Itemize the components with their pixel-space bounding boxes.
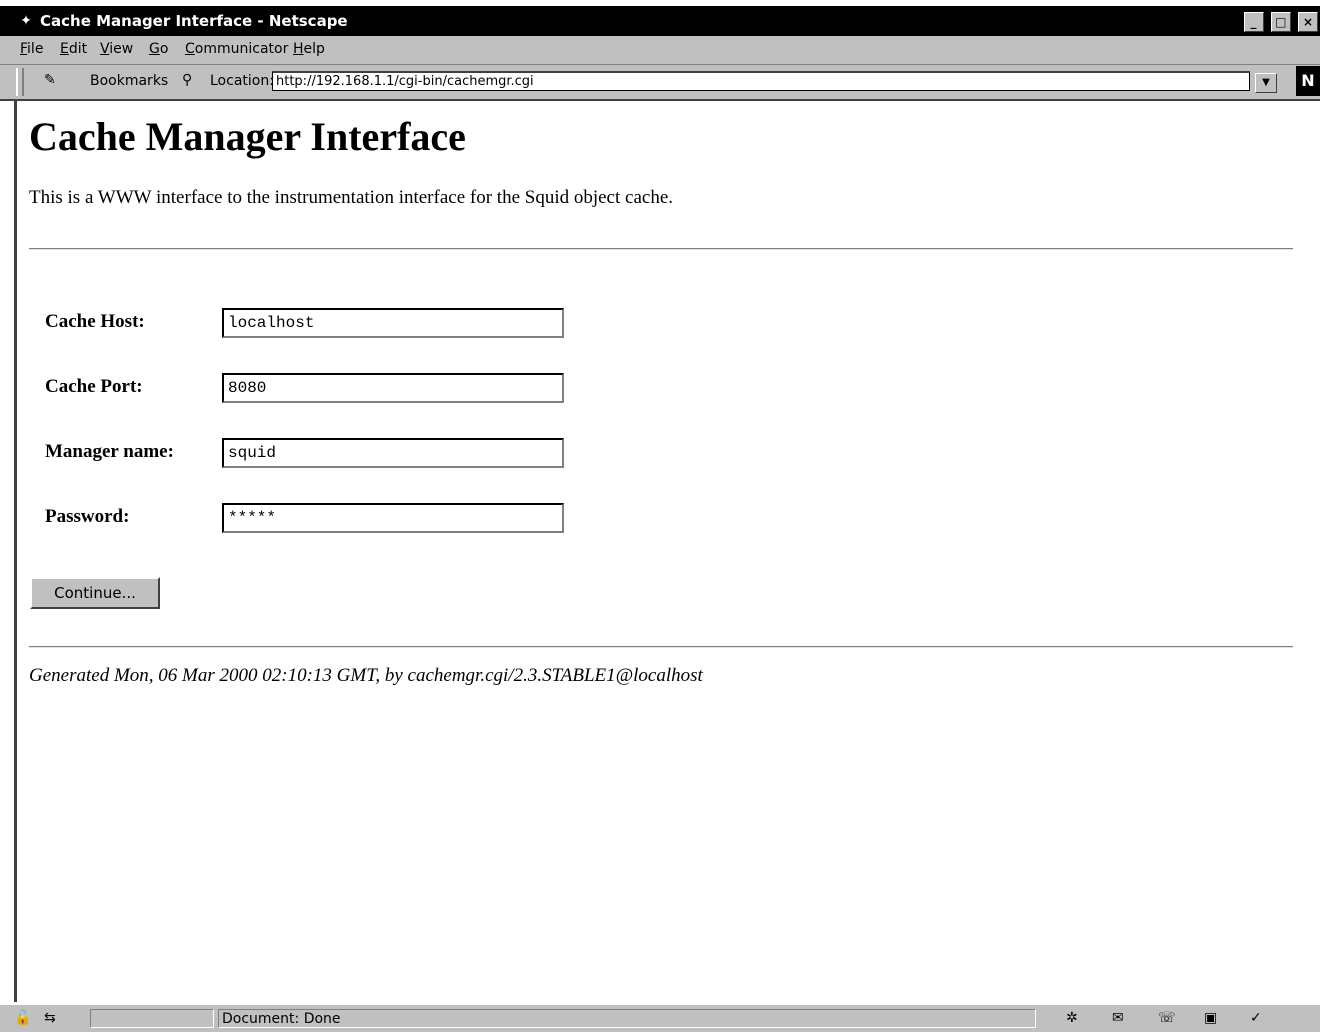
status-panel [218, 1009, 1036, 1028]
menu-edit[interactable]: Edit [60, 41, 87, 57]
divider [29, 646, 1293, 648]
connection-icon: ⇆ [44, 1010, 56, 1026]
chevron-down-icon[interactable]: ▼ [1255, 73, 1277, 93]
bookmarks-icon[interactable]: ✎ [44, 72, 56, 88]
continue-button[interactable]: Continue... [30, 577, 160, 609]
location-toolbar: ✎ Bookmarks ⚲ Location: ▼ [0, 65, 1320, 101]
bookmarks-button[interactable]: Bookmarks [90, 73, 168, 89]
window-titlebar: ✦ Cache Manager Interface - Netscape _ □… [0, 6, 1320, 36]
menu-file[interactable]: File [20, 41, 43, 57]
password-label: Password: [45, 506, 130, 527]
manager-name-label: Manager name: [45, 441, 174, 462]
progress-bar [90, 1009, 214, 1028]
status-bar: 🔓 ⇆ Document: Done ✲ ✉ ☏ ▣ ✓ [0, 1003, 1320, 1032]
window-title: Cache Manager Interface - Netscape [40, 12, 348, 30]
divider [29, 248, 1293, 250]
maximize-button[interactable]: □ [1270, 12, 1291, 32]
page-title: Cache Manager Interface [29, 114, 466, 159]
menu-bar: File Edit View Go Communicator Help [0, 36, 1320, 65]
password-input[interactable] [222, 503, 564, 533]
window-controls: _ □ × [1242, 12, 1318, 32]
navigator-icon[interactable]: ✲ [1066, 1010, 1078, 1026]
toolbar-grip[interactable] [16, 68, 24, 96]
status-text: Document: Done [222, 1011, 341, 1027]
location-label: Location: [210, 73, 274, 89]
menu-view[interactable]: View [100, 41, 133, 57]
menu-go[interactable]: Go [149, 41, 168, 57]
cache-port-label: Cache Port: [45, 376, 143, 397]
composer-icon[interactable]: ▣ [1204, 1010, 1217, 1026]
location-input[interactable] [272, 71, 1250, 91]
minimize-button[interactable]: _ [1243, 12, 1264, 32]
cache-host-label: Cache Host: [45, 311, 145, 332]
intro-text: This is a WWW interface to the instrumen… [29, 187, 674, 208]
manager-name-input[interactable] [222, 438, 564, 468]
check-icon[interactable]: ✓ [1250, 1010, 1262, 1026]
mail-icon[interactable]: ✉ [1112, 1010, 1124, 1026]
discussion-icon[interactable]: ☏ [1158, 1010, 1176, 1026]
cache-host-input[interactable] [222, 308, 564, 338]
location-icon: ⚲ [182, 72, 193, 88]
netscape-logo[interactable]: N [1296, 66, 1320, 96]
menu-help[interactable]: Help [293, 41, 325, 57]
generated-footer: Generated Mon, 06 Mar 2000 02:10:13 GMT,… [29, 665, 703, 686]
close-button[interactable]: × [1298, 12, 1318, 32]
menu-communicator[interactable]: Communicator [185, 41, 288, 57]
security-lock-icon[interactable]: 🔓 [14, 1010, 31, 1026]
cache-port-input[interactable] [222, 373, 564, 403]
netscape-icon: ✦ [20, 13, 32, 29]
page-content: Cache Manager Interface This is a WWW in… [14, 101, 1320, 1002]
